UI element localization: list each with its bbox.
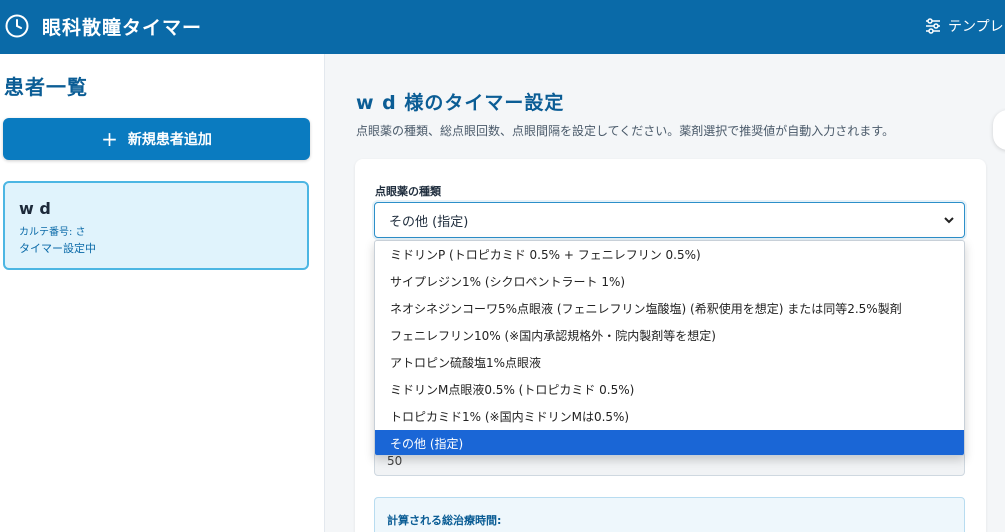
patient-status: タイマー設定中: [19, 242, 96, 255]
add-patient-label: 新規患者追加: [127, 132, 212, 148]
sidebar-title: 患者一覧: [4, 75, 88, 99]
add-patient-button[interactable]: + 新規患者追加: [3, 118, 310, 160]
drug-type-label: 点眼薬の種類: [375, 185, 441, 198]
template-button[interactable]: テンプレート: [924, 16, 1005, 36]
drug-option[interactable]: アトロピン硫酸塩1%点眼液: [375, 349, 964, 376]
page-title: w d 様のタイマー設定: [356, 92, 565, 114]
drug-option[interactable]: フェニレフリン10% (※国内承認規格外・院内製剤等を想定): [375, 322, 964, 349]
app-header: 眼科散瞳タイマー テンプレート: [0, 0, 1005, 54]
drug-option[interactable]: ミドリンP (トロピカミド 0.5% + フェニレフリン 0.5%): [375, 241, 964, 268]
total-time-label: 計算される総治療時間:: [387, 514, 502, 527]
drug-options-dropdown: ミドリンP (トロピカミド 0.5% + フェニレフリン 0.5%) サイプレジ…: [374, 240, 965, 456]
drug-option[interactable]: ミドリンM点眼液0.5% (トロピカミド 0.5%): [375, 376, 964, 403]
drug-option[interactable]: サイプレジン1% (シクロペントラート 1%): [375, 268, 964, 295]
patient-chart-number: カルテ番号: さ: [19, 227, 86, 238]
chevron-down-icon: [944, 217, 954, 224]
drug-option-selected[interactable]: その他 (指定): [375, 430, 964, 455]
clock-icon: [5, 14, 29, 38]
drug-option[interactable]: ネオシネジンコーワ5%点眼液 (フェニレフリン塩酸塩) (希釈使用を想定) また…: [375, 295, 964, 322]
page-description: 点眼薬の種類、総点眼回数、点眼間隔を設定してください。薬剤選択で推奨値が自動入力…: [356, 124, 895, 138]
drug-type-select[interactable]: その他 (指定): [374, 202, 965, 238]
app-title: 眼科散瞳タイマー: [42, 17, 203, 39]
template-label: テンプレート: [948, 19, 1005, 35]
patient-name: w d: [19, 199, 51, 218]
sliders-icon: [926, 18, 940, 34]
total-time-box: 計算される総治療時間:: [374, 497, 965, 532]
drug-option[interactable]: トロピカミド1% (※国内ミドリンMは0.5%): [375, 403, 964, 430]
patient-card[interactable]: w d カルテ番号: さ タイマー設定中: [3, 181, 309, 270]
plus-icon: +: [101, 127, 118, 151]
side-toggle-button[interactable]: [993, 110, 1005, 150]
drug-type-value: その他 (指定): [389, 214, 469, 230]
patient-sidebar: 患者一覧 + 新規患者追加 w d カルテ番号: さ タイマー設定中: [0, 54, 325, 532]
